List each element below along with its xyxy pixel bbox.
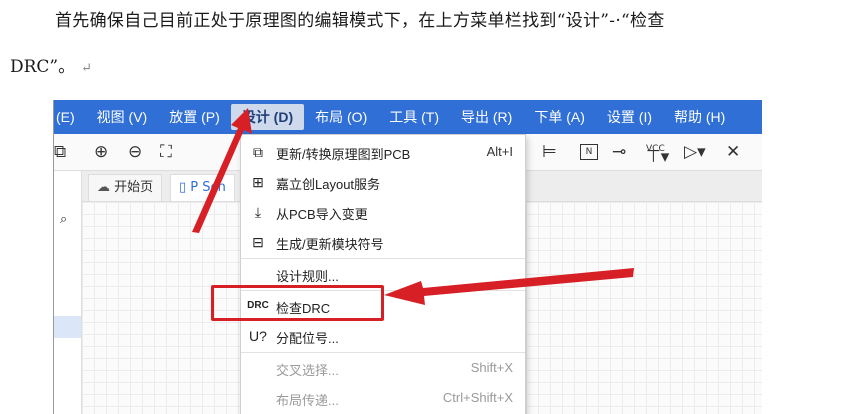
arrow-to-drc-item <box>384 268 634 305</box>
annotation-arrows <box>192 108 634 305</box>
arrow-to-design-menu <box>192 108 252 233</box>
